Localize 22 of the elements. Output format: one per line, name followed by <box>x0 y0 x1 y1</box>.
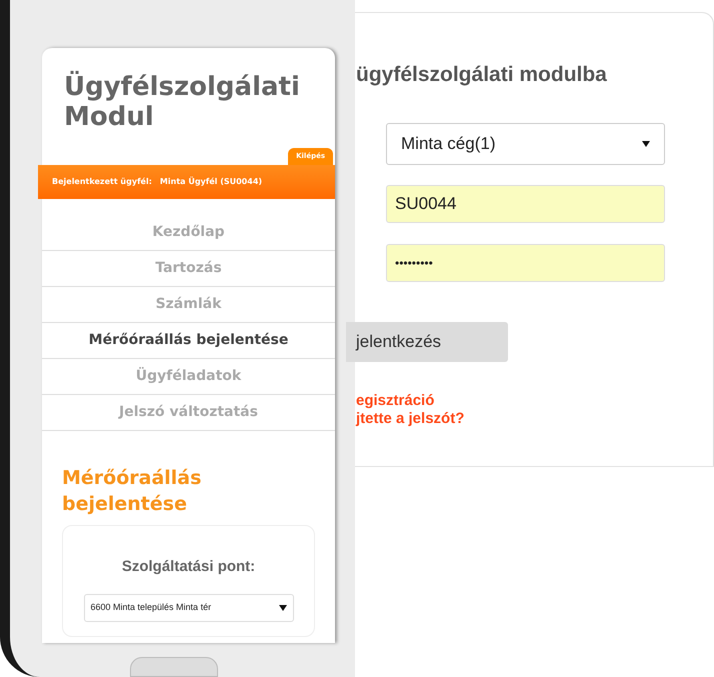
dropdown-caret-icon <box>642 140 650 146</box>
section-title: Mérőóraállás bejelentése <box>61 466 202 516</box>
nav-item[interactable]: Számlák <box>42 286 335 322</box>
nav-item[interactable]: Jelszó változtatás <box>42 394 335 430</box>
link[interactable]: jtette a jelszót? <box>356 410 713 428</box>
nav-item[interactable]: Kezdőlap <box>42 214 335 250</box>
login-button[interactable]: jelentkezés <box>346 322 508 362</box>
link[interactable]: egisztráció <box>356 392 713 410</box>
user-name: Minta Ügyfél (SU0044) <box>160 176 262 188</box>
dropdown-caret-icon <box>278 605 286 611</box>
user-label: Bejelentkezett ügyfél: <box>52 176 152 188</box>
password-field[interactable]: ••••••••• <box>386 244 665 282</box>
login-title: ügyfélszolgálati modulba <box>356 62 608 88</box>
company-select[interactable]: Minta cég(1) <box>386 122 665 164</box>
service-point-label: Szolgáltatási pont: <box>122 556 256 576</box>
nav-item[interactable]: Mérőóraállás bejelentése <box>42 322 335 358</box>
nav-item[interactable]: Tartozás <box>42 250 335 286</box>
username-field[interactable]: SU0044 <box>386 184 665 222</box>
home-button[interactable] <box>130 657 218 677</box>
nav-item[interactable]: Ügyféladatok <box>42 358 335 394</box>
service-point-select[interactable]: 6600 Minta település Minta tér <box>84 594 294 622</box>
app-title: Ügyfélszolgálati Modul <box>63 70 301 132</box>
